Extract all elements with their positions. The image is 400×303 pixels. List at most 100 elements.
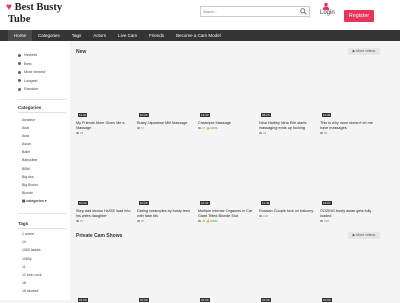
category-babe[interactable]: Babe (22, 148, 47, 156)
sort-list: Newest Best Most viewed Longest Random (18, 51, 45, 94)
duration-badge: 01:00 (200, 298, 210, 302)
sidebar: Newest Best Most viewed Longest Random C… (0, 41, 70, 300)
site-logo[interactable]: ♥ Best Busty Tube (6, 2, 86, 28)
divider (18, 213, 66, 214)
tag-item[interactable]: 1 scene (22, 230, 41, 238)
nav-tags[interactable]: Tags (66, 30, 88, 41)
video-meta: 67 (137, 126, 144, 130)
category-amateur[interactable]: Amateur (22, 116, 47, 124)
video-meta: 108 (320, 219, 329, 223)
tag-item[interactable]: 18 abused (22, 287, 41, 295)
video-thumbnail[interactable] (198, 241, 256, 303)
video-thumbnail[interactable] (198, 144, 256, 206)
duration-badge: 12:33 (200, 113, 210, 117)
video-thumbnail[interactable] (137, 56, 195, 118)
duration-badge: 01:00 (139, 298, 149, 302)
video-meta: 31 👍100% (198, 219, 218, 223)
tag-item[interactable]: 1080p (22, 255, 41, 263)
video-thumbnail[interactable] (320, 241, 378, 303)
video-title[interactable]: This is why mom doesn't let me have mass… (320, 121, 378, 131)
category-big-ass[interactable]: Big Ass (22, 173, 47, 181)
nav-actors[interactable]: Actors (87, 30, 112, 41)
search-input[interactable] (203, 7, 295, 16)
register-button[interactable]: Register (344, 10, 374, 22)
nav-home[interactable]: Home (8, 30, 33, 41)
tag-item[interactable]: 18 (22, 279, 41, 287)
video-thumbnail[interactable] (76, 56, 134, 118)
duration-badge: 11:20 (78, 113, 88, 117)
sort-newest[interactable]: Newest (18, 51, 45, 60)
video-thumbnail[interactable] (320, 56, 378, 118)
duration-badge: 11:36 (322, 113, 332, 117)
duration-badge: 10:41 (200, 201, 210, 205)
sort-longest[interactable]: Longest (18, 77, 45, 86)
video-title[interactable]: Busty Japanese Milf Massage (137, 121, 195, 126)
eye-icon (76, 132, 79, 135)
newest-icon (18, 53, 21, 57)
tag-item[interactable]: 1080 facials (22, 246, 41, 254)
shuffle-icon (18, 87, 21, 91)
video-thumbnail[interactable] (259, 144, 317, 206)
sort-best[interactable]: Best (18, 60, 45, 69)
eye-icon (137, 220, 140, 223)
video-title[interactable]: Step dad shows HUGE load into his wifes … (76, 209, 134, 219)
video-thumbnail[interactable] (76, 144, 134, 206)
nav-friends[interactable]: Friends (143, 30, 170, 41)
nav-live-cam[interactable]: Live Cam (112, 30, 143, 41)
section-title-private-cam-shows: Private Cam Shows (76, 233, 123, 239)
rating: 👍100% (206, 126, 218, 130)
eye-icon (320, 220, 323, 223)
tag-item[interactable]: 12 inch cock (22, 271, 41, 279)
video-title[interactable]: My Friends Mom Gives Me a Massage (76, 121, 134, 131)
category-blonde[interactable]: Blonde (22, 189, 47, 197)
video-thumbnail[interactable] (198, 56, 256, 118)
video-title[interactable]: Nina Hartley Nina Elle starts massaging … (259, 121, 317, 131)
tag-item[interactable]: 11 (22, 263, 41, 271)
video-title[interactable]: Dating creampies by busty teen with fake… (137, 209, 195, 219)
eye-icon (198, 127, 201, 130)
eye-icon (137, 127, 140, 130)
video-thumbnail[interactable] (259, 241, 317, 303)
more-videos-button[interactable]: ▶ More videos (348, 232, 380, 239)
heart-icon: ♥ (6, 2, 12, 13)
login-link[interactable]: Login (320, 10, 335, 16)
eye-icon (18, 70, 21, 74)
sort-random[interactable]: Random (18, 85, 45, 94)
sort-most-viewed[interactable]: Most viewed (18, 68, 45, 77)
video-thumbnail[interactable] (259, 56, 317, 118)
video-grid-private: 01:00 01:00 01:00 01:00 01:00 (76, 241, 381, 303)
category-asian[interactable]: Asian (22, 140, 47, 148)
duration-badge: 10:32 (78, 201, 88, 205)
category-babysitter[interactable]: Babysitter (22, 156, 47, 164)
category-list: Amateur Anal Arab Asian Babe Babysitter … (22, 116, 47, 205)
category-anal[interactable]: Anal (22, 124, 47, 132)
divider (18, 228, 66, 229)
video-meta: 118 (259, 214, 268, 218)
user-icon (322, 2, 330, 10)
nav-become-cam-model[interactable]: Become a Cam Model (170, 30, 227, 41)
thumbs-up-icon (18, 62, 21, 65)
logo-text-line1: Best Busty (14, 2, 63, 13)
video-title[interactable]: OOZING busty asian gets fully loaded (320, 209, 378, 219)
categories-heading: Categories (18, 105, 42, 110)
video-thumbnail[interactable] (76, 241, 134, 303)
category-big-boobs[interactable]: Big Boobs (22, 181, 47, 189)
duration-badge: 01:00 (322, 298, 332, 302)
nav-categories[interactable]: Categories (32, 30, 66, 41)
more-videos-button[interactable]: ▶ More videos (348, 48, 380, 55)
video-thumbnail[interactable] (137, 241, 195, 303)
video-thumbnail[interactable] (320, 144, 378, 206)
duration-badge: 08:25 (261, 113, 271, 117)
duration-badge: 10:05 (139, 201, 149, 205)
video-meta: 60 (76, 219, 83, 223)
top-header: ♥ Best Busty Tube Login Register (0, 0, 400, 30)
category-arab[interactable]: Arab (22, 132, 47, 140)
video-thumbnail[interactable] (137, 144, 195, 206)
category-bbw[interactable]: BBW (22, 165, 47, 173)
search-icon[interactable] (300, 8, 307, 15)
tag-item[interactable]: 10 (22, 238, 41, 246)
divider (18, 99, 66, 100)
eye-icon (320, 132, 323, 135)
categories-dropdown[interactable]: ▦ categories ▾ (22, 197, 47, 205)
video-title[interactable]: Multiple Intense Orgasms in Car Giant Ti… (198, 209, 256, 219)
